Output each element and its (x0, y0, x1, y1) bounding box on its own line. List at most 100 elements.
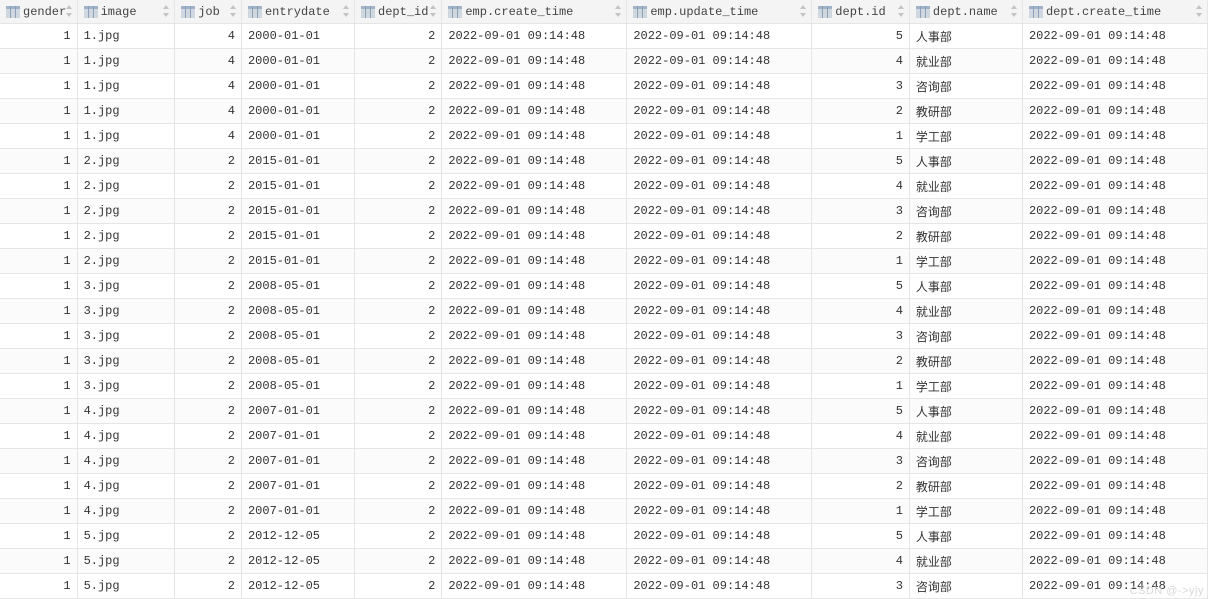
table-row[interactable]: 11.jpg42000-01-0122022-09-01 09:14:48202… (0, 73, 1208, 98)
table-row[interactable]: 14.jpg22007-01-0122022-09-01 09:14:48202… (0, 423, 1208, 448)
cell-emp_create_time[interactable]: 2022-09-01 09:14:48 (442, 298, 627, 323)
cell-dept_create_time[interactable]: 2022-09-01 09:14:48 (1022, 148, 1207, 173)
cell-gender[interactable]: 1 (0, 548, 77, 573)
cell-emp_create_time[interactable]: 2022-09-01 09:14:48 (442, 398, 627, 423)
cell-dept_id2[interactable]: 2 (812, 98, 910, 123)
table-row[interactable]: 13.jpg22008-05-0122022-09-01 09:14:48202… (0, 298, 1208, 323)
col-header-dept_id[interactable]: dept_id (355, 0, 442, 23)
cell-dept_create_time[interactable]: 2022-09-01 09:14:48 (1022, 48, 1207, 73)
cell-job[interactable]: 2 (175, 223, 242, 248)
table-row[interactable]: 15.jpg22012-12-0522022-09-01 09:14:48202… (0, 573, 1208, 598)
cell-dept_name[interactable]: 就业部 (909, 48, 1022, 73)
cell-entrydate[interactable]: 2007-01-01 (241, 448, 354, 473)
cell-entrydate[interactable]: 2012-12-05 (241, 523, 354, 548)
cell-dept_create_time[interactable]: 2022-09-01 09:14:48 (1022, 548, 1207, 573)
cell-job[interactable]: 2 (175, 148, 242, 173)
cell-emp_create_time[interactable]: 2022-09-01 09:14:48 (442, 348, 627, 373)
cell-gender[interactable]: 1 (0, 98, 77, 123)
table-row[interactable]: 11.jpg42000-01-0122022-09-01 09:14:48202… (0, 98, 1208, 123)
cell-dept_create_time[interactable]: 2022-09-01 09:14:48 (1022, 373, 1207, 398)
cell-emp_create_time[interactable]: 2022-09-01 09:14:48 (442, 448, 627, 473)
cell-entrydate[interactable]: 2008-05-01 (241, 348, 354, 373)
cell-gender[interactable]: 1 (0, 348, 77, 373)
cell-emp_update_time[interactable]: 2022-09-01 09:14:48 (627, 448, 812, 473)
cell-gender[interactable]: 1 (0, 23, 77, 48)
cell-emp_update_time[interactable]: 2022-09-01 09:14:48 (627, 298, 812, 323)
cell-entrydate[interactable]: 2008-05-01 (241, 373, 354, 398)
cell-emp_update_time[interactable]: 2022-09-01 09:14:48 (627, 223, 812, 248)
cell-dept_id[interactable]: 2 (355, 523, 442, 548)
table-row[interactable]: 12.jpg22015-01-0122022-09-01 09:14:48202… (0, 173, 1208, 198)
cell-emp_create_time[interactable]: 2022-09-01 09:14:48 (442, 323, 627, 348)
col-header-dept_id2[interactable]: dept.id (812, 0, 910, 23)
cell-dept_id2[interactable]: 2 (812, 223, 910, 248)
cell-entrydate[interactable]: 2000-01-01 (241, 98, 354, 123)
cell-dept_id2[interactable]: 5 (812, 273, 910, 298)
cell-dept_create_time[interactable]: 2022-09-01 09:14:48 (1022, 348, 1207, 373)
cell-emp_update_time[interactable]: 2022-09-01 09:14:48 (627, 348, 812, 373)
cell-dept_id2[interactable]: 3 (812, 573, 910, 598)
cell-image[interactable]: 1.jpg (77, 98, 175, 123)
cell-dept_id2[interactable]: 4 (812, 548, 910, 573)
cell-image[interactable]: 3.jpg (77, 348, 175, 373)
cell-image[interactable]: 1.jpg (77, 73, 175, 98)
cell-dept_name[interactable]: 人事部 (909, 398, 1022, 423)
cell-emp_update_time[interactable]: 2022-09-01 09:14:48 (627, 248, 812, 273)
cell-emp_update_time[interactable]: 2022-09-01 09:14:48 (627, 323, 812, 348)
cell-dept_id2[interactable]: 3 (812, 198, 910, 223)
cell-entrydate[interactable]: 2012-12-05 (241, 573, 354, 598)
cell-dept_id[interactable]: 2 (355, 73, 442, 98)
cell-job[interactable]: 2 (175, 348, 242, 373)
cell-dept_id2[interactable]: 3 (812, 73, 910, 98)
col-header-job[interactable]: job (175, 0, 242, 23)
cell-image[interactable]: 4.jpg (77, 448, 175, 473)
cell-job[interactable]: 4 (175, 48, 242, 73)
cell-dept_create_time[interactable]: 2022-09-01 09:14:48 (1022, 523, 1207, 548)
cell-dept_name[interactable]: 教研部 (909, 223, 1022, 248)
cell-entrydate[interactable]: 2007-01-01 (241, 423, 354, 448)
cell-emp_create_time[interactable]: 2022-09-01 09:14:48 (442, 373, 627, 398)
cell-dept_name[interactable]: 教研部 (909, 348, 1022, 373)
cell-dept_create_time[interactable]: 2022-09-01 09:14:48 (1022, 448, 1207, 473)
cell-emp_update_time[interactable]: 2022-09-01 09:14:48 (627, 73, 812, 98)
cell-dept_name[interactable]: 就业部 (909, 298, 1022, 323)
cell-dept_name[interactable]: 人事部 (909, 273, 1022, 298)
cell-job[interactable]: 2 (175, 323, 242, 348)
cell-image[interactable]: 3.jpg (77, 373, 175, 398)
table-row[interactable]: 11.jpg42000-01-0122022-09-01 09:14:48202… (0, 123, 1208, 148)
cell-image[interactable]: 2.jpg (77, 198, 175, 223)
cell-image[interactable]: 1.jpg (77, 23, 175, 48)
cell-dept_create_time[interactable]: 2022-09-01 09:14:48 (1022, 123, 1207, 148)
cell-gender[interactable]: 1 (0, 173, 77, 198)
cell-emp_create_time[interactable]: 2022-09-01 09:14:48 (442, 248, 627, 273)
cell-dept_name[interactable]: 学工部 (909, 373, 1022, 398)
table-row[interactable]: 15.jpg22012-12-0522022-09-01 09:14:48202… (0, 548, 1208, 573)
table-row[interactable]: 11.jpg42000-01-0122022-09-01 09:14:48202… (0, 48, 1208, 73)
cell-dept_create_time[interactable]: 2022-09-01 09:14:48 (1022, 473, 1207, 498)
cell-dept_create_time[interactable]: 2022-09-01 09:14:48 (1022, 98, 1207, 123)
cell-emp_create_time[interactable]: 2022-09-01 09:14:48 (442, 48, 627, 73)
cell-image[interactable]: 5.jpg (77, 523, 175, 548)
cell-emp_update_time[interactable]: 2022-09-01 09:14:48 (627, 473, 812, 498)
cell-entrydate[interactable]: 2015-01-01 (241, 248, 354, 273)
cell-dept_id2[interactable]: 5 (812, 23, 910, 48)
col-header-emp_update_time[interactable]: emp.update_time (627, 0, 812, 23)
cell-entrydate[interactable]: 2007-01-01 (241, 398, 354, 423)
cell-emp_update_time[interactable]: 2022-09-01 09:14:48 (627, 573, 812, 598)
cell-emp_update_time[interactable]: 2022-09-01 09:14:48 (627, 48, 812, 73)
cell-dept_id[interactable]: 2 (355, 98, 442, 123)
cell-dept_name[interactable]: 学工部 (909, 123, 1022, 148)
cell-dept_id[interactable]: 2 (355, 273, 442, 298)
cell-dept_name[interactable]: 教研部 (909, 473, 1022, 498)
cell-dept_create_time[interactable]: 2022-09-01 09:14:48 (1022, 248, 1207, 273)
cell-dept_id[interactable]: 2 (355, 23, 442, 48)
cell-gender[interactable]: 1 (0, 148, 77, 173)
cell-dept_id[interactable]: 2 (355, 173, 442, 198)
cell-dept_name[interactable]: 就业部 (909, 548, 1022, 573)
cell-dept_id[interactable]: 2 (355, 473, 442, 498)
table-row[interactable]: 12.jpg22015-01-0122022-09-01 09:14:48202… (0, 223, 1208, 248)
cell-gender[interactable]: 1 (0, 223, 77, 248)
cell-dept_create_time[interactable]: 2022-09-01 09:14:48 (1022, 323, 1207, 348)
cell-dept_id[interactable]: 2 (355, 298, 442, 323)
table-row[interactable]: 13.jpg22008-05-0122022-09-01 09:14:48202… (0, 323, 1208, 348)
